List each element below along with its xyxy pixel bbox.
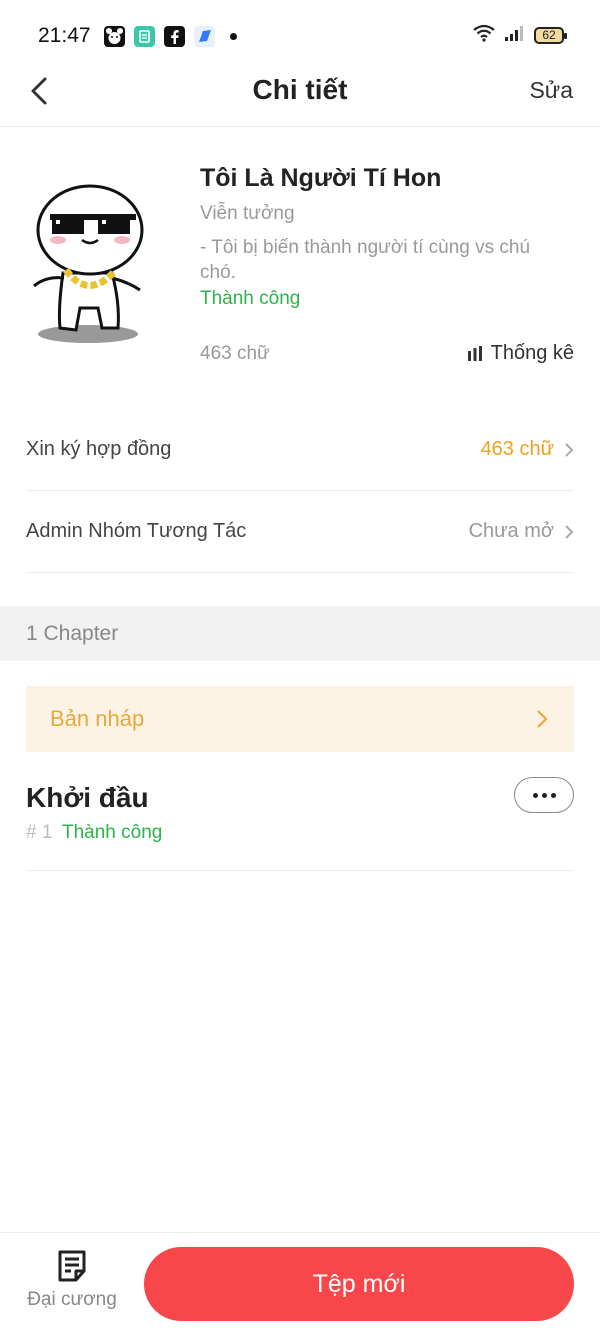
draft-label: Bản nháp xyxy=(50,706,145,731)
wifi-icon xyxy=(472,24,496,47)
top-app-bar: Chi tiết Sửa xyxy=(0,66,600,127)
status-bar: 21:47 62 xyxy=(0,0,600,66)
row-label: Admin Nhóm Tương Tác xyxy=(26,520,247,542)
new-file-label: Tệp mới xyxy=(312,1269,406,1298)
book-title: Tôi Là Người Tí Hon xyxy=(200,164,442,192)
outline-label: Đại cương xyxy=(27,1289,117,1310)
book-status: Thành công xyxy=(200,288,301,309)
signal-icon xyxy=(504,24,526,47)
row-label: Xin ký hợp đồng xyxy=(26,438,172,460)
chapter-title: Khởi đầu xyxy=(26,782,149,813)
chevron-right-icon xyxy=(565,524,574,539)
book-word-count: 463 chữ xyxy=(200,343,270,364)
status-time: 21:47 xyxy=(38,24,91,47)
teal-app-icon xyxy=(134,26,155,47)
chapter-status: Thành công xyxy=(62,822,163,843)
book-cover-image[interactable] xyxy=(28,178,148,346)
statistics-button[interactable]: Thống kê xyxy=(467,342,574,365)
status-right-icons: 62 xyxy=(472,24,567,47)
drafts-button[interactable]: Bản nháp xyxy=(26,686,574,752)
document-list-icon xyxy=(58,1250,86,1282)
battery-icon: 62 xyxy=(534,27,567,44)
bear-app-icon xyxy=(104,26,125,47)
chapter-item[interactable]: Khởi đầu # 1 Thành công xyxy=(26,770,574,871)
chapter-number: # 1 xyxy=(26,822,53,843)
page-title: Chi tiết xyxy=(252,74,348,105)
blue-app-icon xyxy=(194,26,215,47)
row-value: 463 chữ xyxy=(480,438,554,460)
book-genre: Viễn tưởng xyxy=(200,203,295,224)
row-value: Chưa mở xyxy=(468,520,554,542)
chapter-section-header: 1 Chapter xyxy=(0,606,600,661)
outline-button[interactable]: Đại cương xyxy=(18,1249,126,1329)
admin-group-row[interactable]: Admin Nhóm Tương Tác Chưa mở xyxy=(26,491,574,573)
new-file-button[interactable]: Tệp mới xyxy=(144,1247,574,1321)
facebook-icon xyxy=(164,26,185,47)
contract-request-row[interactable]: Xin ký hợp đồng 463 chữ xyxy=(26,409,574,491)
notification-dot xyxy=(230,33,237,40)
bar-chart-icon xyxy=(467,345,482,361)
edit-button[interactable]: Sửa xyxy=(529,77,573,104)
book-description: - Tôi bị biến thành người tí cùng vs chú… xyxy=(200,237,531,283)
more-icon xyxy=(532,792,538,798)
more-options-button[interactable] xyxy=(514,777,574,813)
chevron-right-icon xyxy=(565,442,574,457)
bottom-action-bar: Đại cương Tệp mới xyxy=(0,1232,600,1333)
chevron-right-icon xyxy=(537,710,548,728)
status-app-icons xyxy=(104,26,237,47)
statistics-label: Thống kê xyxy=(490,342,574,364)
chapter-count: 1 Chapter xyxy=(26,622,119,645)
